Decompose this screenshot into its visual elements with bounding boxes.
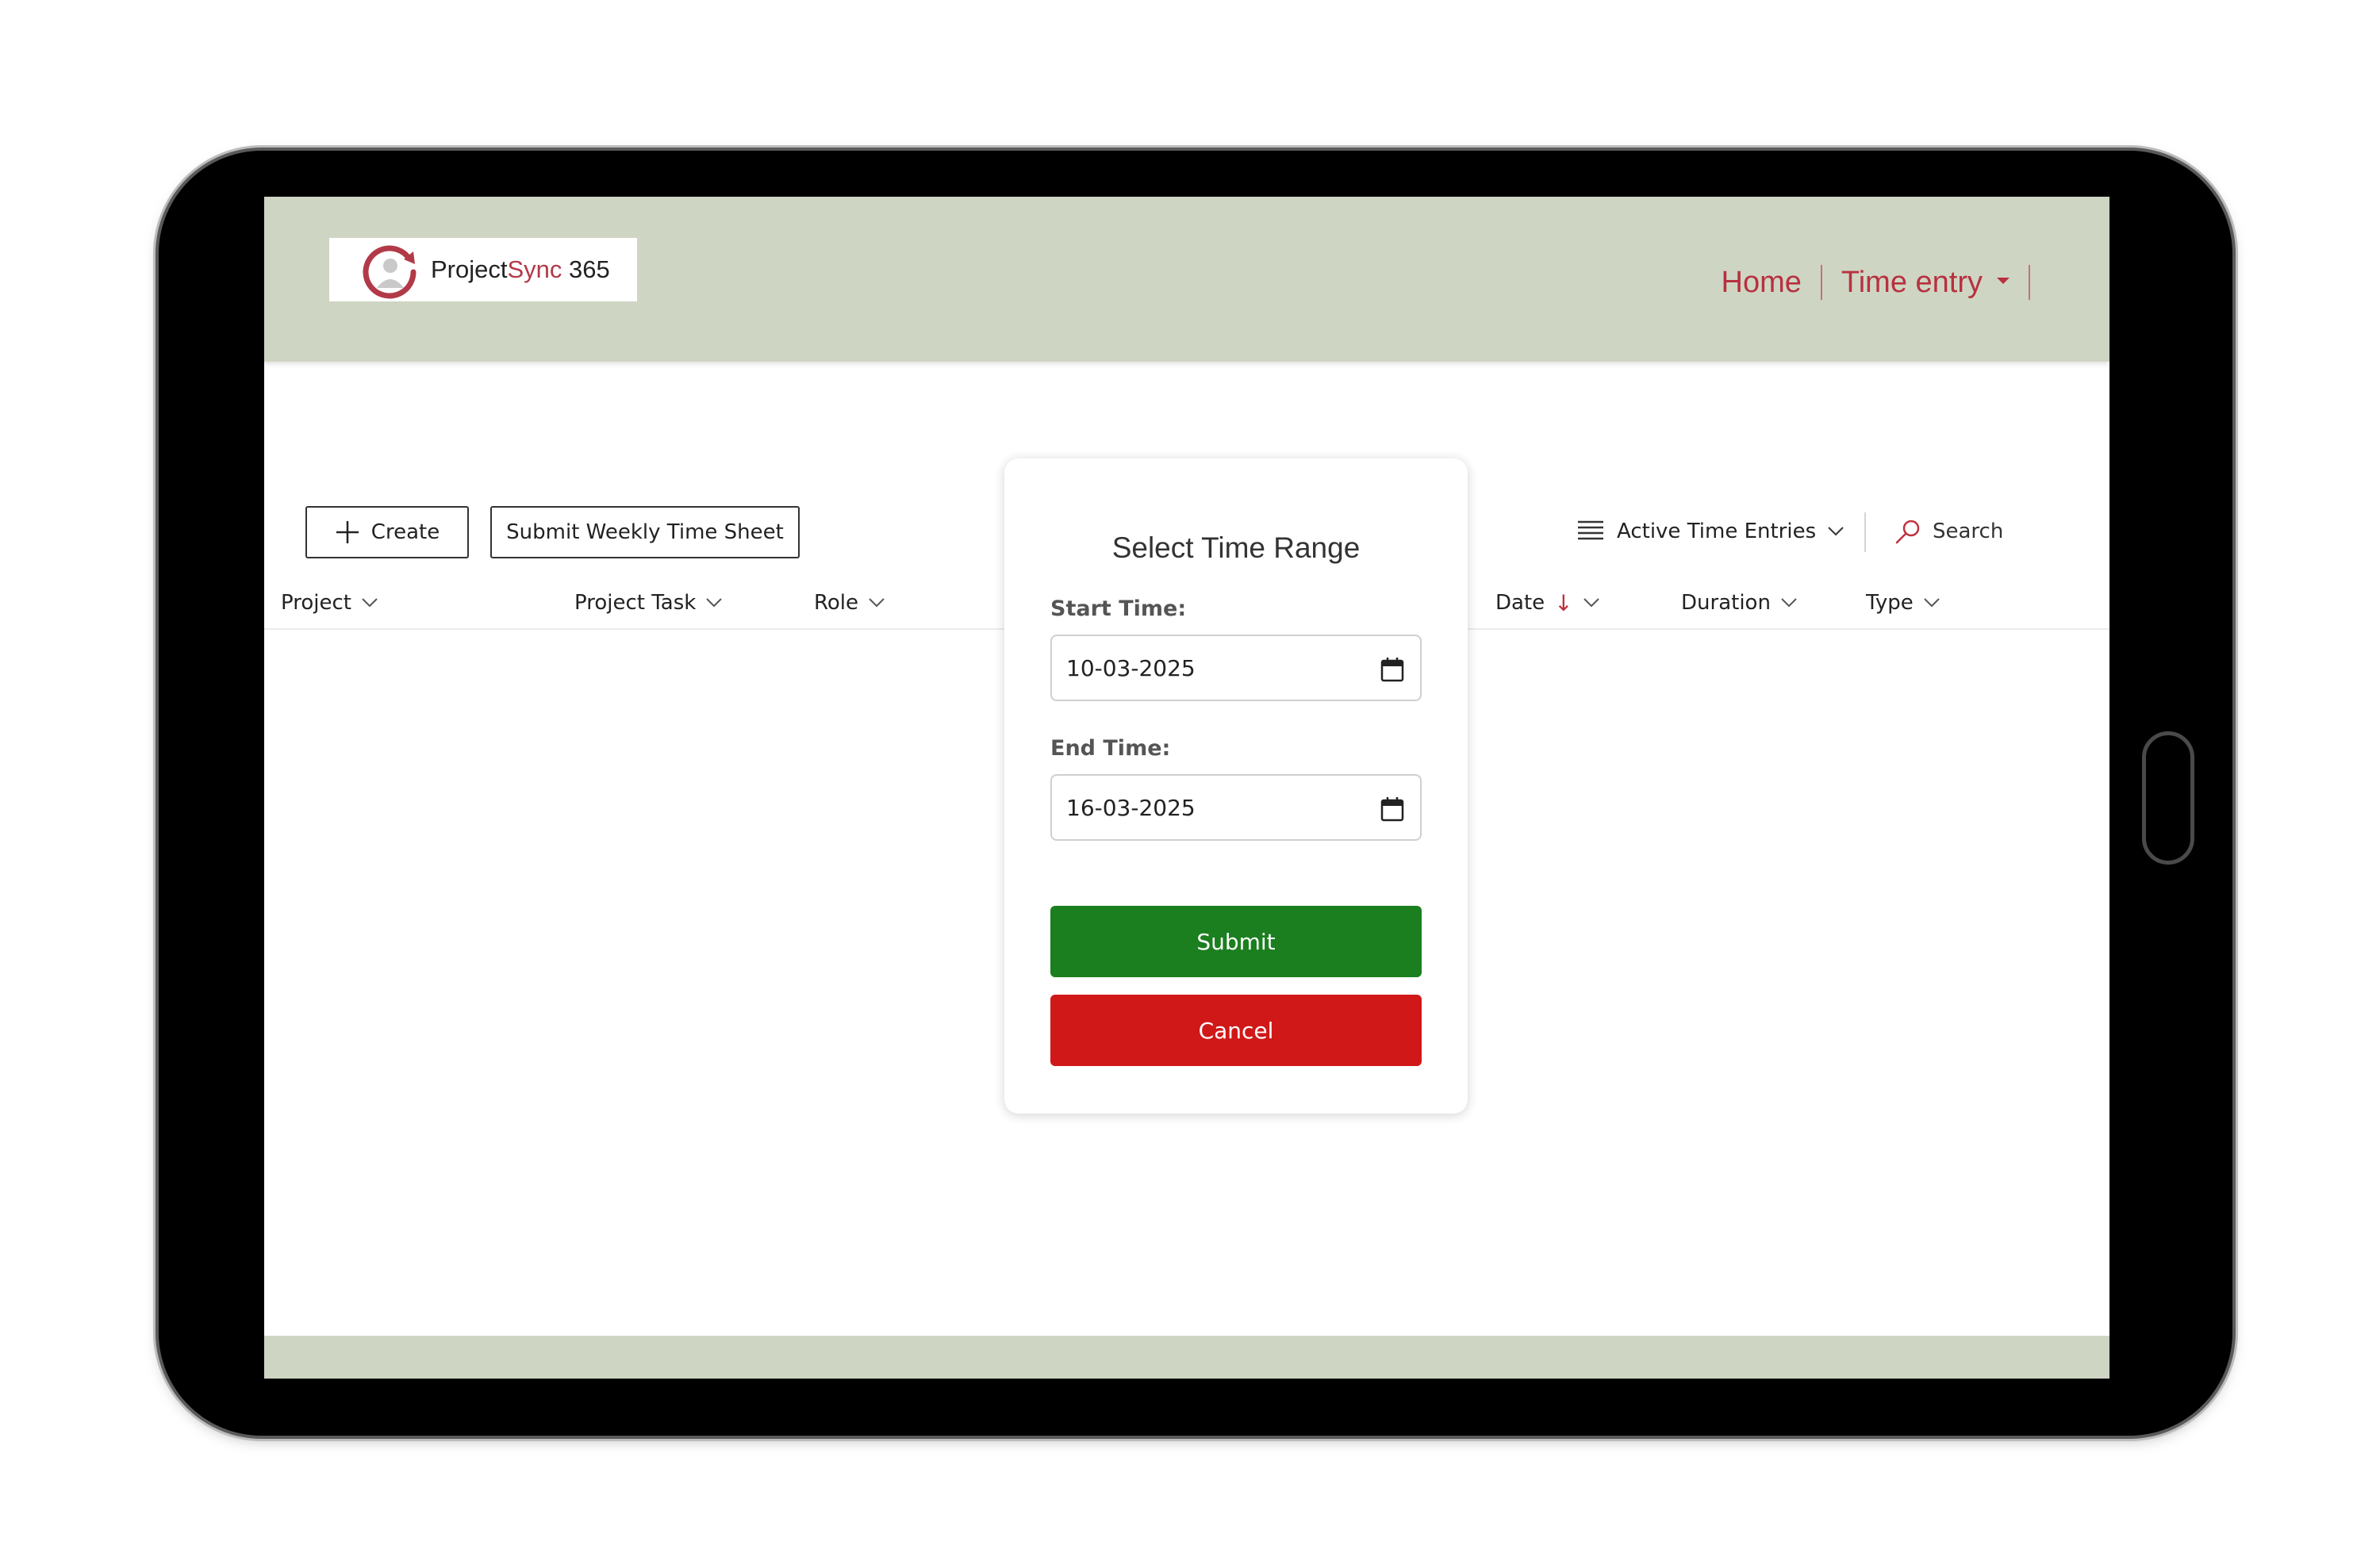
app-header: ProjectSync 365 Home Time entry	[264, 197, 2109, 362]
end-date-input[interactable]: 16-03-2025	[1050, 774, 1422, 841]
start-date-value: 10-03-2025	[1066, 654, 1196, 681]
submit-weekly-timesheet-label: Submit Weekly Time Sheet	[506, 520, 784, 544]
column-label: Role	[814, 591, 859, 615]
chevron-down-icon	[1781, 598, 1797, 608]
nav-divider	[2029, 265, 2030, 300]
list-view-icon	[1578, 520, 1603, 540]
column-header-role[interactable]: Role	[814, 585, 885, 620]
create-button[interactable]: Create	[305, 506, 469, 558]
chevron-down-icon	[1924, 598, 1940, 608]
chevron-down-icon	[362, 598, 378, 608]
column-header-duration[interactable]: Duration	[1681, 585, 1798, 620]
calendar-icon[interactable]	[1380, 657, 1404, 682]
caret-down-icon	[1997, 278, 2010, 285]
brand-name: ProjectSync 365	[431, 255, 610, 284]
search-button[interactable]: Search	[1894, 511, 2003, 552]
column-header-project-task[interactable]: Project Task	[574, 585, 723, 620]
view-selector[interactable]: Active Time Entries	[1577, 511, 1844, 552]
nav-time-entry-label: Time entry	[1841, 265, 1983, 299]
column-header-date[interactable]: Date ↓	[1495, 585, 1600, 620]
brand-name-part1: Project	[431, 255, 508, 283]
sort-descending-icon: ↓	[1554, 589, 1573, 616]
column-label: Project	[281, 591, 351, 615]
top-nav: Home Time entry	[1702, 262, 2030, 303]
column-label: Project Task	[574, 591, 697, 615]
submit-weekly-timesheet-button[interactable]: Submit Weekly Time Sheet	[490, 506, 800, 558]
chevron-down-icon	[869, 598, 885, 608]
toolbar-divider	[1864, 512, 1866, 552]
nav-divider	[1820, 265, 1822, 300]
end-date-value: 16-03-2025	[1066, 794, 1196, 821]
chevron-down-icon	[706, 598, 723, 608]
chevron-down-icon	[1828, 527, 1844, 536]
nav-home-link[interactable]: Home	[1702, 266, 1821, 300]
clock-user-icon	[363, 245, 416, 299]
end-time-label: End Time:	[1050, 736, 1171, 761]
calendar-icon[interactable]	[1380, 796, 1404, 822]
column-label: Type	[1866, 591, 1914, 615]
nav-time-entry-menu[interactable]: Time entry	[1822, 266, 2029, 300]
chevron-down-icon	[1583, 598, 1599, 608]
brand-name-part2: Sync	[507, 255, 562, 283]
app-screen: ProjectSync 365 Home Time entry Create S…	[264, 197, 2109, 1379]
column-header-type[interactable]: Type	[1866, 585, 1940, 620]
time-range-dialog: Select Time Range Start Time: 10-03-2025…	[1004, 458, 1468, 1114]
column-label: Date	[1495, 591, 1545, 615]
tablet-home-button	[2142, 731, 2194, 865]
logo[interactable]: ProjectSync 365	[329, 238, 637, 301]
plus-icon	[336, 521, 359, 543]
cancel-button[interactable]: Cancel	[1050, 995, 1422, 1066]
dialog-title: Select Time Range	[1111, 531, 1361, 564]
search-label: Search	[1933, 520, 2004, 543]
create-button-label: Create	[370, 520, 440, 544]
view-selector-label: Active Time Entries	[1617, 520, 1817, 543]
search-icon	[1895, 520, 1920, 544]
start-time-label: Start Time:	[1050, 596, 1187, 621]
brand-name-part3: 365	[562, 255, 610, 283]
start-date-input[interactable]: 10-03-2025	[1050, 635, 1422, 701]
column-header-project[interactable]: Project	[281, 585, 378, 620]
app-footer	[264, 1336, 2109, 1379]
submit-button[interactable]: Submit	[1050, 906, 1422, 977]
column-label: Duration	[1681, 591, 1771, 615]
